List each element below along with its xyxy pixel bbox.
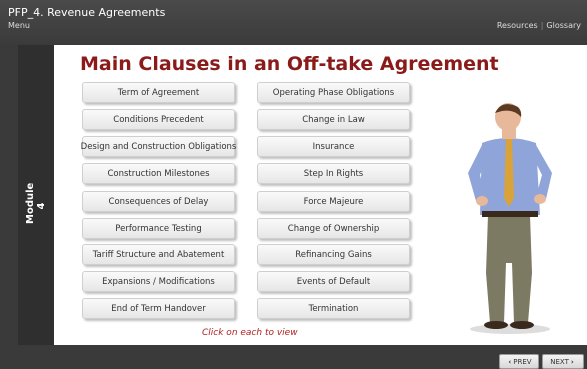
module-label: Module 4	[25, 182, 47, 224]
clause-refinancing-gains-button[interactable]: Refinancing Gains	[257, 244, 410, 265]
clause-tariff-structure-button[interactable]: Tariff Structure and Abatement	[82, 244, 235, 265]
content-panel: Main Clauses in an Off-take Agreement Te…	[54, 45, 587, 345]
instruction-hint: Click on each to view	[202, 328, 298, 338]
clause-force-majeure-button[interactable]: Force Majeure	[257, 191, 410, 212]
next-label: NEXT	[550, 357, 569, 366]
top-links: Resources | Glossary	[497, 21, 581, 30]
chevron-left-icon: ‹	[508, 357, 512, 366]
clause-design-construction-obligations-button[interactable]: Design and Construction Obligations	[81, 136, 236, 157]
course-title: PFP_4. Revenue Agreements	[8, 6, 166, 19]
chevron-right-icon: ›	[570, 357, 574, 366]
clause-term-of-agreement-button[interactable]: Term of Agreement	[82, 82, 235, 103]
page-title: Main Clauses in an Off-take Agreement	[80, 53, 499, 75]
module-sidebar: Module 4	[18, 45, 54, 345]
clause-step-in-rights-button[interactable]: Step In Rights	[257, 163, 410, 184]
link-separator: |	[540, 21, 544, 30]
clause-change-in-law-button[interactable]: Change in Law	[257, 109, 410, 130]
clause-termination-button[interactable]: Termination	[257, 298, 410, 319]
presenter-illustration	[468, 103, 552, 334]
menu-link[interactable]: Menu	[8, 21, 30, 30]
footer-bar: ‹ PREV NEXT ›	[0, 345, 587, 369]
prev-label: PREV	[513, 357, 532, 366]
clause-end-of-term-handover-button[interactable]: End of Term Handover	[82, 298, 235, 319]
clause-events-of-default-button[interactable]: Events of Default	[257, 271, 410, 292]
resources-link[interactable]: Resources	[497, 21, 538, 30]
header-bar: PFP_4. Revenue Agreements Menu Resources…	[0, 0, 587, 44]
clause-operating-phase-obligations-button[interactable]: Operating Phase Obligations	[257, 82, 410, 103]
clause-expansions-modifications-button[interactable]: Expansions / Modifications	[82, 271, 235, 292]
clause-conditions-precedent-button[interactable]: Conditions Precedent	[82, 109, 235, 130]
clause-insurance-button[interactable]: Insurance	[257, 136, 410, 157]
clause-performance-testing-button[interactable]: Performance Testing	[82, 218, 235, 239]
clause-consequences-of-delay-button[interactable]: Consequences of Delay	[82, 191, 235, 212]
clause-construction-milestones-button[interactable]: Construction Milestones	[82, 163, 235, 184]
clause-change-of-ownership-button[interactable]: Change of Ownership	[257, 218, 410, 239]
glossary-link[interactable]: Glossary	[546, 21, 581, 30]
